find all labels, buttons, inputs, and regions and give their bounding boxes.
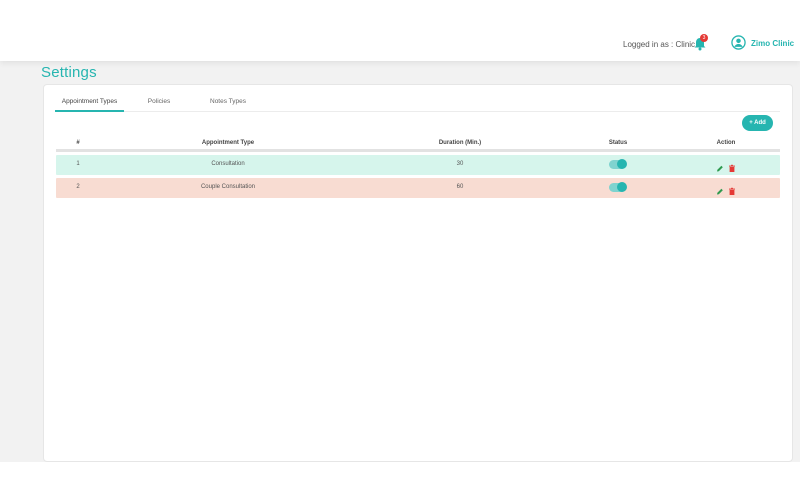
user-circle-icon [731,35,746,50]
tab-notes-types[interactable]: Notes Types [210,94,246,112]
delete-button[interactable] [728,160,736,172]
trash-icon [729,187,735,195]
tab-appointment-types[interactable]: Appointment Types [55,94,124,112]
column-header-status: Status [608,140,628,146]
logged-in-text: Logged in as : Clinic [623,40,696,49]
row-duration: 60 [456,184,464,190]
appointment-types-table: # Appointment Type Duration (Min.) Statu… [56,138,780,198]
table-header: # Appointment Type Duration (Min.) Statu… [56,138,780,152]
app: Logged in as : Clinic 3 Zimo Clinic Sett… [0,0,800,480]
edit-button[interactable] [716,183,724,195]
column-header-duration: Duration (Min.) [438,140,482,146]
row-index: 1 [76,161,80,167]
edit-button[interactable] [716,160,724,172]
footer-strip [0,462,800,480]
column-header-index: # [76,140,80,146]
row-duration: 30 [456,161,464,167]
table-row: 2 Couple Consultation 60 [56,178,780,198]
table-row: 1 Consultation 30 [56,155,780,175]
trash-icon [729,164,735,172]
settings-tabs: Appointment Types Policies Notes Types [55,94,780,112]
row-appointment-type: Consultation [211,161,245,167]
notification-button[interactable]: 3 [692,34,708,52]
row-appointment-type: Couple Consultation [200,184,256,190]
user-avatar-button[interactable] [731,35,746,50]
toggle-knob [617,159,627,169]
column-header-action: Action [716,140,736,146]
status-toggle[interactable] [609,159,627,169]
delete-button[interactable] [728,183,736,195]
top-bar: Logged in as : Clinic 3 Zimo Clinic [0,0,800,61]
pencil-icon [717,188,723,195]
row-index: 2 [76,184,80,190]
tab-policies[interactable]: Policies [147,94,171,112]
pencil-icon [717,165,723,172]
add-button[interactable]: + Add [742,115,773,131]
page-title: Settings [41,64,97,81]
notification-badge: 3 [700,34,708,42]
toggle-knob [617,182,627,192]
user-name-link[interactable]: Zimo Clinic [751,39,794,48]
status-toggle[interactable] [609,182,627,192]
column-header-appointment-type: Appointment Type [201,140,255,146]
